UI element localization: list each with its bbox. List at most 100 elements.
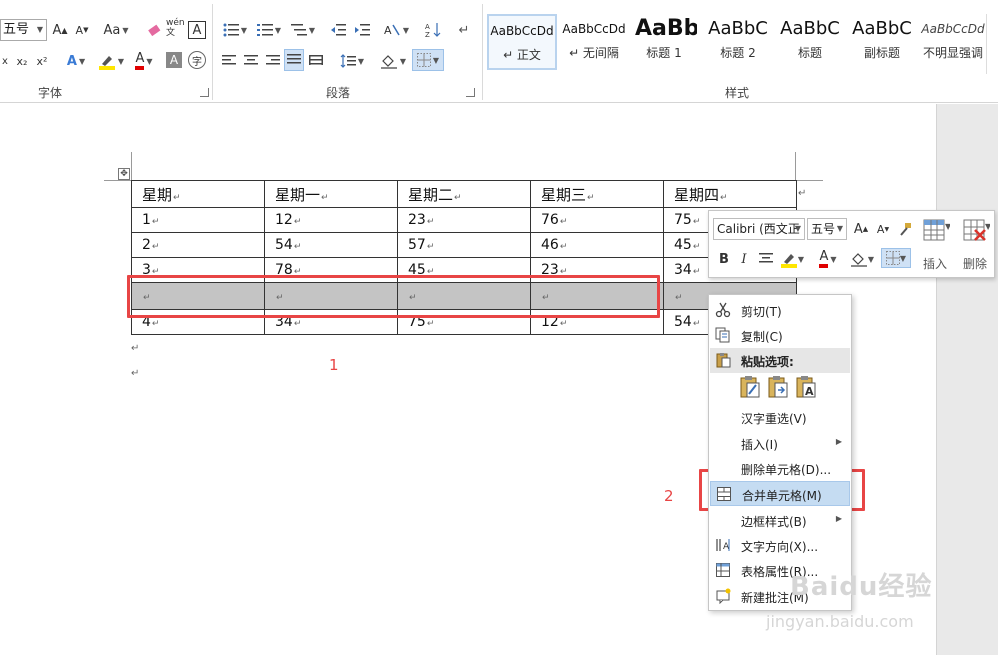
phonetic-guide-button[interactable]: wén 文 [166,17,186,39]
menu-item-text-direction[interactable]: A 文字方向(X)... [710,533,850,558]
font-size-select[interactable]: 五号 ▼ [0,19,47,41]
table-cell[interactable]: 46↵ [530,232,664,258]
menu-item-cut[interactable]: 剪切(T) [710,298,850,323]
style-item-title[interactable]: AaBbC 标题 [775,14,845,70]
merge-cells-icon [717,487,731,501]
char-border-button[interactable]: A [188,21,206,39]
mini-font-size-select[interactable]: 五号 ▼ [807,218,847,240]
menu-item-insert[interactable]: 插入(I) ▶ [710,431,850,456]
superscript-button[interactable]: x² [34,50,50,72]
paste-keep-source-icon[interactable] [739,375,761,399]
shading-button[interactable]: ▼ [378,50,408,72]
menu-item-border-styles[interactable]: 边框样式(B) ▶ [710,508,850,533]
style-name: 标题 [797,46,822,60]
font-dialog-launcher[interactable] [200,88,209,97]
line-spacing-button[interactable]: ▼ [336,50,368,72]
font-color-button[interactable]: A ▼ [130,50,158,72]
align-left-button[interactable] [220,50,238,72]
text-effects-button[interactable]: A ▼ [62,50,90,72]
menu-item-merge-cells[interactable]: 合并单元格(M) [710,481,850,506]
table-cell[interactable]: 76↵ [530,207,664,233]
sort-az-icon: AZ [425,23,441,38]
table-cell[interactable]: 2↵ [131,232,265,258]
style-name: ↵ 无间隔 [569,46,619,60]
table-header-cell[interactable]: 星期二↵ [397,180,531,208]
style-item-subtle-emphasis[interactable]: AaBbCcDd 不明显强调 [919,14,987,70]
shrink-font-button[interactable]: A ▼ [72,19,92,41]
mini-font-name-select[interactable]: Calibri (西文正 ▼ [713,218,805,240]
mini-shrink-font-button[interactable]: A ▼ [873,219,893,239]
grow-font-button[interactable]: A ▲ [50,19,70,41]
cell-mark: ↵ [692,267,701,277]
cell-mark: ↵ [454,192,462,203]
menu-item-reconvert[interactable]: 汉字重选(V) [710,405,850,430]
mini-insert-button[interactable]: ▼ 插入 [915,217,955,273]
multilevel-list-button[interactable]: ▼ [288,19,318,41]
distributed-button[interactable] [307,50,325,72]
align-center-button[interactable] [242,50,260,72]
increase-indent-button[interactable] [352,19,372,41]
mini-grow-font-button[interactable]: A ▲ [851,219,871,239]
strikethrough-button[interactable]: x [0,50,10,72]
paste-merge-format-icon[interactable] [767,375,789,399]
table-cell[interactable]: 54↵ [264,232,398,258]
table-move-handle[interactable]: ✥ [118,168,130,180]
cell-text: 46 [541,237,559,253]
decrease-indent-button[interactable] [328,19,348,41]
char-shading-button[interactable]: A [166,52,182,68]
mini-borders-button[interactable]: ▼ [881,248,911,268]
text-direction-icon: A [716,539,730,552]
styles-group-label: 样式 [725,86,750,100]
cell-mark: ↵ [426,217,435,227]
highlight-color-button[interactable]: ▼ [96,50,126,72]
borders-button[interactable]: ▼ [412,49,444,71]
table-header-cell[interactable]: 星期↵ [131,180,265,208]
style-item-no-spacing[interactable]: AaBbCcDd ↵ 无间隔 [559,14,629,70]
table-cell[interactable]: 12↵ [264,207,398,233]
clear-format-button[interactable] [144,19,164,41]
chinese-layout-button[interactable]: A ▼ [380,19,412,41]
enclose-chars-button[interactable]: 字 [188,51,206,69]
char-border-label: A [192,22,202,38]
table-header-cell[interactable]: 星期三↵ [530,180,664,208]
mini-font-color-button[interactable]: A ▼ [813,249,843,269]
align-right-button[interactable] [264,50,282,72]
cell-mark: ↵ [151,242,160,252]
show-marks-button[interactable]: ↵ [454,19,474,41]
justify-button[interactable] [284,49,304,71]
font-color-label: A [819,250,829,268]
menu-item-delete-cells[interactable]: 删除单元格(D)... [710,456,850,481]
paragraph-dialog-launcher[interactable] [466,88,475,97]
mini-format-painter-button[interactable] [895,219,915,239]
mini-shading-button[interactable]: ▼ [847,249,877,269]
style-item-heading-1[interactable]: AaBb 标题 1 [631,14,697,70]
subscript-button[interactable]: x₂ [14,50,30,72]
styles-gallery-scroll[interactable] [986,14,998,74]
indent-icon [355,24,370,36]
font-group-label: 字体 [38,86,63,100]
mini-center-button[interactable] [757,249,775,269]
table-header-cell[interactable]: 星期一↵ [264,180,398,208]
numbering-button[interactable]: ▼ [254,19,284,41]
bullets-button[interactable]: ▼ [220,19,250,41]
style-item-normal[interactable]: AaBbCcDd ↵ 正文 [487,14,557,70]
mini-italic-button[interactable]: I [735,249,753,269]
table-cell[interactable]: 23↵ [397,207,531,233]
mini-delete-button[interactable]: ▼ 删除 [955,217,995,273]
table-header-cell[interactable]: 星期四↵ [663,180,797,208]
mini-highlight-button[interactable]: ▼ [777,249,807,269]
menu-item-label: 剪切(T) [741,305,782,319]
mini-bold-button[interactable]: B [715,249,733,269]
menu-item-copy[interactable]: 复制(C) [710,323,850,348]
svg-text:▼: ▼ [985,222,990,231]
style-item-heading-2[interactable]: AaBbC 标题 2 [703,14,773,70]
paragraph-mark: ↵ [131,343,140,354]
table-cell[interactable]: 1↵ [131,207,265,233]
sort-button[interactable]: AZ [422,19,444,41]
table-cell[interactable]: 57↵ [397,232,531,258]
paste-text-only-icon[interactable]: A [795,375,817,399]
style-item-subtitle[interactable]: AaBbC 副标题 [847,14,917,70]
change-case-button[interactable]: Aa ▼ [100,19,132,41]
svg-text:A: A [384,24,392,37]
mini-font-name-value: Calibri (西文正 [717,222,800,236]
